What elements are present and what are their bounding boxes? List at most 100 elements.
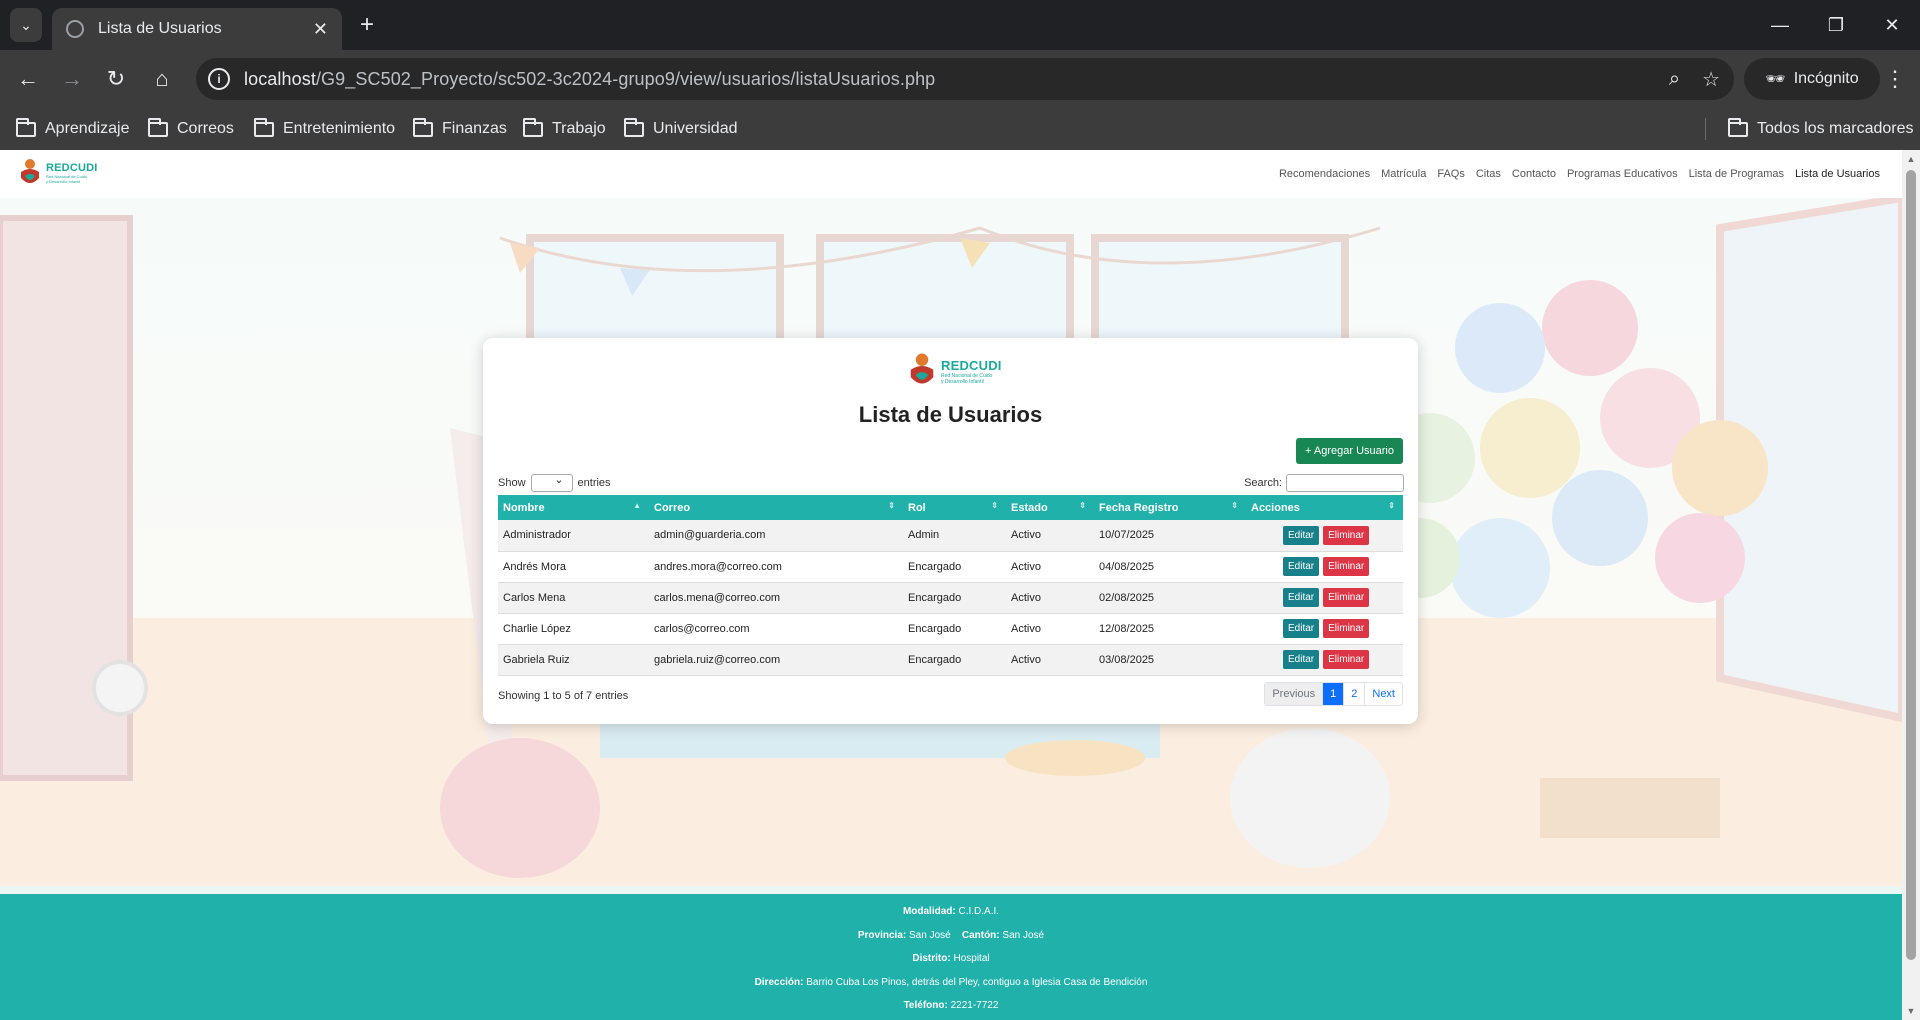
- minimize-button[interactable]: —: [1752, 8, 1808, 42]
- brand-name: REDCUDI: [46, 162, 98, 174]
- cell-estado: Activo: [1006, 520, 1094, 552]
- table-info: Showing 1 to 5 of 7 entries: [498, 690, 629, 702]
- edit-button[interactable]: Editar: [1283, 588, 1320, 607]
- site-navbar: REDCUDI Red Nacional de Cuido y Desarrol…: [0, 150, 1902, 198]
- footer-modalidad: Modalidad: C.I.D.A.I.: [902, 906, 1000, 917]
- pagination-page-1[interactable]: 1: [1322, 683, 1344, 705]
- table-row: Administrador admin@guarderia.com Admin …: [498, 520, 1403, 552]
- table-row: Carlos Mena carlos.mena@correo.com Encar…: [498, 582, 1403, 614]
- cell-correo: carlos@correo.com: [649, 613, 903, 645]
- cell-fecha: 02/08/2025: [1094, 582, 1246, 614]
- edit-button[interactable]: Editar: [1283, 557, 1320, 576]
- cell-correo: admin@guarderia.com: [649, 520, 903, 552]
- pagination-page-2[interactable]: 2: [1343, 683, 1364, 705]
- cell-fecha: 12/08/2025: [1094, 613, 1246, 645]
- cell-correo: gabriela.ruiz@correo.com: [649, 644, 903, 676]
- folder-icon: [1728, 117, 1748, 137]
- cell-fecha: 10/07/2025: [1094, 520, 1246, 552]
- reload-button[interactable]: ↻: [100, 63, 132, 95]
- card-logo: REDCUDI Red Nacional de Cuido y Desarrol…: [907, 352, 1002, 390]
- address-bar[interactable]: i localhost/G9_SC502_Proyecto/sc502-3c20…: [196, 58, 1734, 100]
- delete-button[interactable]: Eliminar: [1323, 588, 1370, 607]
- nav-citas[interactable]: Citas: [1476, 168, 1501, 180]
- cell-rol: Encargado: [903, 582, 1006, 614]
- bookmark-entretenimiento[interactable]: Entretenimiento: [254, 108, 395, 150]
- bookmark-trabajo[interactable]: Trabajo: [523, 108, 606, 150]
- cell-acciones: Editar Eliminar: [1246, 582, 1403, 614]
- bookmark-universidad[interactable]: Universidad: [624, 108, 737, 150]
- edit-button[interactable]: Editar: [1283, 619, 1320, 638]
- tab-title: Lista de Usuarios: [98, 20, 222, 37]
- column-header-estado[interactable]: Estado ⇕: [1006, 495, 1094, 520]
- nav-faqs[interactable]: FAQs: [1437, 168, 1465, 180]
- page-title: Lista de Usuarios: [858, 402, 1043, 427]
- bookmark-aprendizaje[interactable]: Aprendizaje: [16, 108, 130, 150]
- home-button[interactable]: ⌂: [146, 63, 178, 95]
- star-icon[interactable]: ☆: [1702, 67, 1720, 92]
- restore-button[interactable]: ❐: [1808, 8, 1864, 42]
- scroll-up-icon[interactable]: ▲: [1906, 154, 1916, 164]
- browser-tab[interactable]: Lista de Usuarios ✕: [52, 8, 342, 50]
- search-input[interactable]: [1286, 474, 1404, 492]
- bookmark-finanzas[interactable]: Finanzas: [413, 108, 507, 150]
- close-window-button[interactable]: ✕: [1864, 8, 1920, 42]
- page-scrollbar[interactable]: ▲ ▼: [1902, 150, 1920, 1020]
- nav-contacto[interactable]: Contacto: [1512, 168, 1556, 180]
- edit-button[interactable]: Editar: [1283, 525, 1320, 545]
- brand-name: REDCUDI: [941, 357, 1002, 373]
- column-header-fecha[interactable]: Fecha Registro ⇕: [1094, 495, 1246, 520]
- more-vert-icon: ⋮: [1884, 66, 1906, 91]
- folder-icon: [16, 117, 36, 137]
- column-header-correo[interactable]: Correo ⇕: [649, 495, 903, 520]
- add-user-button[interactable]: + Agregar Usuario: [1296, 438, 1403, 464]
- site-info-icon[interactable]: i: [208, 68, 230, 90]
- incognito-icon: 🕶: [1765, 71, 1786, 88]
- table-row: Gabriela Ruiz gabriela.ruiz@correo.com E…: [498, 644, 1403, 676]
- chevron-down-icon: ⌄: [20, 16, 32, 33]
- browser-menu-button[interactable]: ⋮: [1880, 63, 1910, 95]
- bookmarks-bar: Aprendizaje Correos Entretenimiento Fina…: [0, 108, 1920, 150]
- forward-button[interactable]: →: [56, 63, 88, 95]
- back-button[interactable]: ←: [12, 63, 44, 95]
- cell-estado: Activo: [1006, 551, 1094, 583]
- delete-button[interactable]: Eliminar: [1323, 619, 1370, 638]
- edit-button[interactable]: Editar: [1283, 650, 1320, 669]
- delete-button[interactable]: Eliminar: [1323, 525, 1370, 545]
- entries-select[interactable]: [530, 473, 573, 492]
- cell-fecha: 03/08/2025: [1094, 644, 1246, 676]
- site-footer: Modalidad: C.I.D.A.I. Provincia: San Jos…: [0, 894, 1902, 1020]
- new-tab-button[interactable]: +: [352, 10, 382, 40]
- nav-matricula[interactable]: Matrícula: [1381, 168, 1426, 180]
- all-bookmarks-button[interactable]: Todos los marcadores: [1728, 108, 1914, 150]
- scrollbar-thumb[interactable]: [1906, 170, 1916, 960]
- close-icon[interactable]: ✕: [313, 19, 328, 40]
- delete-button[interactable]: Eliminar: [1323, 650, 1370, 669]
- cell-rol: Encargado: [903, 613, 1006, 645]
- pagination-next[interactable]: Next: [1364, 683, 1402, 705]
- cell-estado: Activo: [1006, 582, 1094, 614]
- incognito-button[interactable]: 🕶 Incógnito: [1744, 58, 1880, 100]
- scroll-down-icon[interactable]: ▼: [1906, 1006, 1916, 1016]
- brand-subtitle: y Desarrollo Infantil: [941, 378, 984, 385]
- table-search: Search:: [1244, 474, 1404, 492]
- nav-programas-educativos[interactable]: Programas Educativos: [1567, 168, 1678, 180]
- incognito-label: Incógnito: [1793, 70, 1859, 87]
- column-header-rol[interactable]: Rol ⇕: [903, 495, 1006, 520]
- nav-lista-programas[interactable]: Lista de Programas: [1689, 168, 1784, 180]
- nav-recomendaciones[interactable]: Recomendaciones: [1279, 168, 1370, 180]
- nav-lista-usuarios[interactable]: Lista de Usuarios: [1795, 168, 1880, 180]
- pagination-previous[interactable]: Previous: [1265, 683, 1323, 705]
- cell-rol: Encargado: [903, 551, 1006, 583]
- site-logo[interactable]: REDCUDI Red Nacional de Cuido y Desarrol…: [18, 158, 98, 188]
- page-viewport: REDCUDI Red Nacional de Cuido y Desarrol…: [0, 150, 1902, 1020]
- tab-search-button[interactable]: ⌄: [10, 8, 42, 42]
- bookmark-correos[interactable]: Correos: [148, 108, 234, 150]
- zoom-icon[interactable]: ⌕: [1669, 68, 1680, 91]
- column-header-acciones[interactable]: Acciones ⇕: [1246, 495, 1403, 520]
- delete-button[interactable]: Eliminar: [1323, 557, 1370, 576]
- table-header-row: Nombre ▲ Correo ⇕ Rol ⇕ Estado ⇕ Fecha Regis…: [498, 495, 1403, 520]
- table-row: Andrés Mora andres.mora@correo.com Encar…: [498, 551, 1403, 583]
- folder-icon: [413, 117, 433, 137]
- column-header-nombre[interactable]: Nombre ▲: [498, 495, 649, 520]
- url-text: localhost/G9_SC502_Proyecto/sc502-3c2024…: [244, 68, 936, 89]
